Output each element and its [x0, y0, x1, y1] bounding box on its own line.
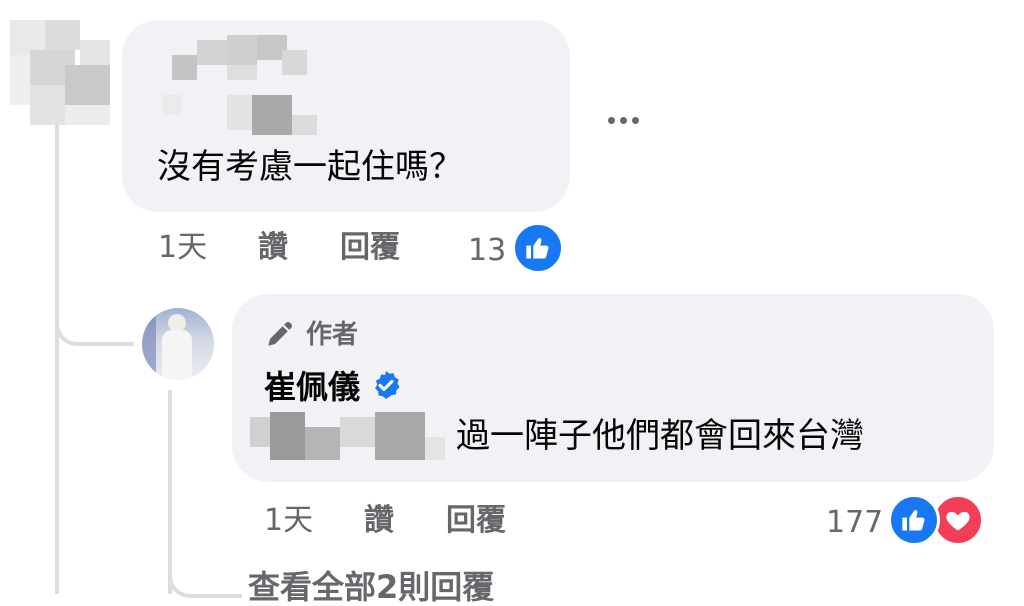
reply-like-button[interactable]: 讚	[364, 506, 394, 536]
author-badge: 作者	[264, 314, 358, 351]
comment-bubble: 沒有考慮一起住嗎？	[122, 20, 570, 212]
thread-line-reply-branch	[168, 550, 242, 598]
more-options-icon[interactable]	[598, 100, 648, 140]
like-reaction-icon[interactable]	[888, 494, 940, 546]
reply-bubble: 作者 崔佩儀 過一陣子他們都會回來台灣	[232, 294, 994, 482]
view-more-replies-link[interactable]: 查看全部2則回覆	[248, 571, 494, 603]
mention-redacted[interactable]	[250, 412, 445, 460]
like-reaction-icon[interactable]	[512, 222, 564, 274]
commenter-name-redacted[interactable]	[162, 30, 362, 140]
reply-text: 過一陣子他們都會回來台灣	[456, 416, 864, 456]
thread-line-branch	[55, 300, 134, 346]
comment-like-button[interactable]: 讚	[258, 233, 288, 263]
author-badge-label: 作者	[306, 320, 359, 350]
comment-timestamp[interactable]: 1天	[158, 233, 207, 263]
comment-reply-button[interactable]: 回覆	[340, 233, 400, 263]
author-avatar[interactable]	[142, 308, 214, 380]
reply-reaction-count[interactable]: 177	[826, 508, 883, 538]
comment-reaction-count[interactable]: 13	[468, 236, 506, 266]
verified-badge-icon	[370, 369, 402, 401]
comment-text: 沒有考慮一起住嗎？	[157, 147, 463, 187]
commenter-avatar[interactable]	[10, 20, 110, 125]
reply-reply-button[interactable]: 回覆	[446, 506, 506, 536]
author-pen-icon	[264, 316, 298, 350]
author-name-row: 崔佩儀	[264, 362, 402, 408]
thread-line-main	[55, 125, 59, 594]
reply-timestamp[interactable]: 1天	[264, 506, 313, 536]
author-name[interactable]: 崔佩儀	[264, 362, 360, 408]
